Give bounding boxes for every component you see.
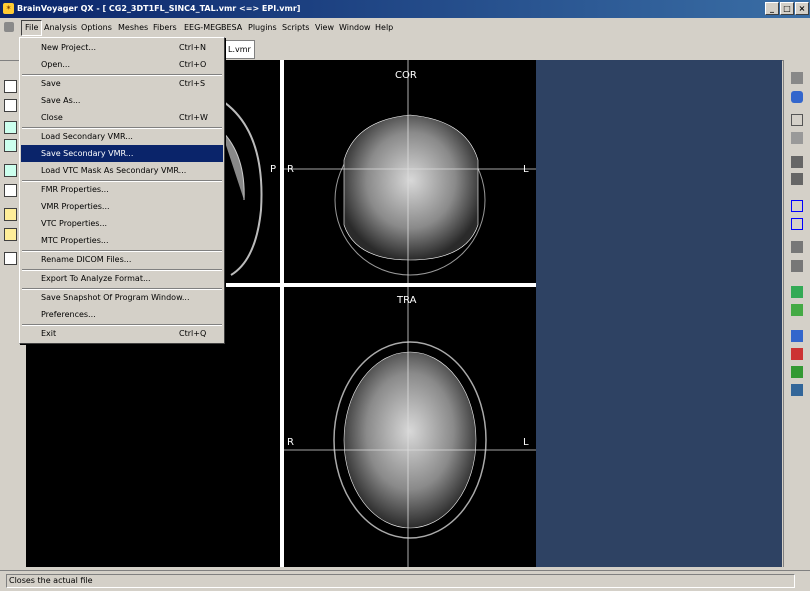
- slice-icon[interactable]: [791, 173, 803, 185]
- zoom-icon[interactable]: [4, 296, 17, 309]
- brain-green-icon[interactable]: [791, 366, 803, 378]
- menu-item-save-snapshot[interactable]: Save Snapshot Of Program Window...: [21, 289, 223, 306]
- file-menu-dropdown: New Project... Ctrl+N Open... Ctrl+O Save C…: [19, 37, 225, 317]
- head-icon[interactable]: [791, 91, 803, 103]
- menu-item-load-secondary-vmr[interactable]: Load Secondary VMR...: [21, 128, 223, 145]
- menu-fibers[interactable]: Fibers: [150, 21, 180, 35]
- render-icon[interactable]: [791, 72, 803, 84]
- title-bar: ✶ BrainVoyager QX - [ CG2_3DT1FL_SINC4_T…: [0, 0, 810, 18]
- pencil-icon[interactable]: [4, 228, 17, 241]
- menu-analysis[interactable]: Analysis: [41, 21, 80, 35]
- layout-alt-icon[interactable]: [4, 139, 17, 152]
- menu-item-export-analyze[interactable]: Export To Analyze Format...: [21, 270, 223, 287]
- box-alt-icon[interactable]: [791, 218, 803, 230]
- maximize-button[interactable]: □: [780, 2, 794, 15]
- mesh-icon[interactable]: [791, 304, 803, 316]
- menu-item-mtc-properties[interactable]: MTC Properties...: [21, 232, 223, 249]
- menu-help[interactable]: Help: [372, 21, 396, 35]
- view-icon[interactable]: [4, 80, 17, 93]
- document-tab[interactable]: L.vmr: [224, 40, 255, 59]
- split-view-icon[interactable]: [4, 164, 17, 177]
- menu-bar: File Analysis Options Meshes Fibers EEG-…: [0, 18, 810, 50]
- window-title: BrainVoyager QX - [ CG2_3DT1FL_SINC4_TAL…: [17, 4, 301, 13]
- plane-icon[interactable]: [791, 241, 803, 253]
- brainvoyager-app-icon[interactable]: ✶: [3, 3, 14, 14]
- menu-item-save-as[interactable]: Save As...: [21, 92, 223, 109]
- brain-pair-icon[interactable]: [791, 384, 803, 396]
- plane-arrow-icon[interactable]: [791, 260, 803, 272]
- transverse-brain: [343, 351, 477, 529]
- layers-icon[interactable]: [791, 156, 803, 168]
- transverse-label: TRA: [397, 295, 417, 306]
- box-icon[interactable]: [791, 200, 803, 212]
- grid-view-icon[interactable]: [4, 99, 17, 112]
- right-toolbar: [783, 60, 810, 567]
- menu-item-rename-dicom[interactable]: Rename DICOM Files...: [21, 251, 223, 268]
- menu-scripts[interactable]: Scripts: [279, 21, 312, 35]
- menu-item-load-vtc-mask[interactable]: Load VTC Mask As Secondary VMR...: [21, 162, 223, 179]
- menu-item-open[interactable]: Open... Ctrl+O: [21, 56, 223, 73]
- layout-icon[interactable]: [4, 121, 17, 134]
- menu-item-fmr-properties[interactable]: FMR Properties...: [21, 181, 223, 198]
- file-menu-dropdown-tail: Preferences... Exit Ctrl+Q: [19, 307, 225, 344]
- transverse-right-label: L: [523, 437, 529, 448]
- magnify-icon[interactable]: [4, 277, 17, 290]
- brush-icon[interactable]: [4, 208, 17, 221]
- menu-view[interactable]: View: [312, 21, 337, 35]
- sagittal-posterior-label: P: [270, 164, 277, 175]
- menu-item-new-project[interactable]: New Project... Ctrl+N: [21, 39, 223, 56]
- menu-window[interactable]: Window: [336, 21, 374, 35]
- minimize-button[interactable]: _: [765, 2, 779, 15]
- dice-icon[interactable]: [4, 252, 17, 265]
- coronal-left-label: R: [287, 164, 294, 175]
- menu-options[interactable]: Options: [78, 21, 115, 35]
- move-icon[interactable]: [791, 114, 803, 126]
- menu-item-vtc-properties[interactable]: VTC Properties...: [21, 215, 223, 232]
- document-icon[interactable]: [4, 22, 14, 32]
- cube-icon[interactable]: [791, 286, 803, 298]
- menu-item-preferences[interactable]: Preferences...: [21, 306, 223, 323]
- brain-red-icon[interactable]: [791, 348, 803, 360]
- menu-item-save[interactable]: Save Ctrl+S: [21, 75, 223, 92]
- view-divider-vertical: [280, 60, 284, 567]
- grid-split-icon[interactable]: [4, 184, 17, 197]
- brain-blue-icon[interactable]: [791, 330, 803, 342]
- menu-meshes[interactable]: Meshes: [115, 21, 151, 35]
- status-text: Closes the actual file: [6, 574, 795, 588]
- rotate-icon[interactable]: [791, 132, 803, 144]
- menu-item-save-secondary-vmr[interactable]: Save Secondary VMR...: [21, 145, 223, 162]
- menu-item-vmr-properties[interactable]: VMR Properties...: [21, 198, 223, 215]
- workspace-background: [536, 60, 782, 567]
- menu-file[interactable]: File: [21, 20, 43, 36]
- menu-plugins[interactable]: Plugins: [245, 21, 280, 35]
- menu-item-exit[interactable]: Exit Ctrl+Q: [21, 325, 223, 342]
- menu-besa[interactable]: BESA: [218, 21, 245, 35]
- transverse-left-label: R: [287, 437, 294, 448]
- close-window-button[interactable]: ×: [795, 2, 809, 15]
- coronal-brain: [343, 114, 479, 261]
- menu-item-close[interactable]: Close Ctrl+W: [21, 109, 223, 126]
- status-bar: Closes the actual file: [0, 570, 810, 591]
- coronal-right-label: L: [523, 164, 529, 175]
- coronal-label: COR: [395, 70, 417, 81]
